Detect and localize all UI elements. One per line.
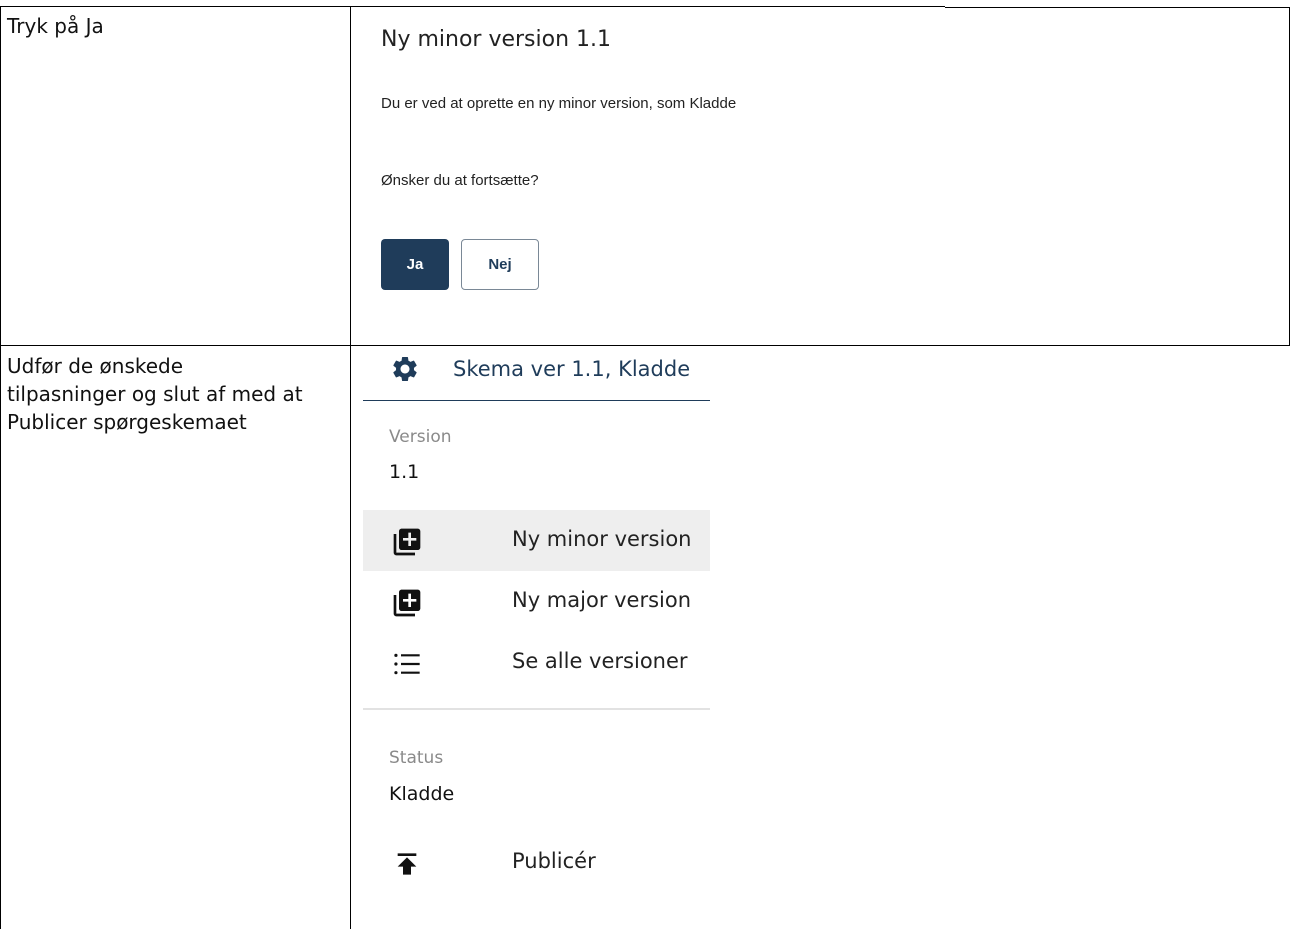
panel-divider xyxy=(363,708,710,710)
dialog-message: Du er ved at oprette en ny minor version… xyxy=(381,95,737,112)
publish-label: Publicér xyxy=(512,849,596,873)
publish-button[interactable]: Publicér xyxy=(363,832,710,893)
yes-button[interactable]: Ja xyxy=(381,239,449,290)
list-icon xyxy=(394,653,420,675)
library-add-icon xyxy=(393,528,421,556)
table-left-border xyxy=(0,6,1,929)
version-label: Version xyxy=(389,427,452,447)
table-top-border-right xyxy=(945,7,1290,8)
dialog-question: Ønsker du at fortsætte? xyxy=(381,172,539,189)
table-column-divider xyxy=(350,6,351,929)
menu-item-label: Ny major version xyxy=(512,588,692,612)
panel-title: Skema ver 1.1, Kladde xyxy=(453,357,691,381)
status-value: Kladde xyxy=(389,783,455,805)
menu-item-new-major-version[interactable]: Ny major version xyxy=(363,571,710,632)
panel-header: Skema ver 1.1, Kladde xyxy=(363,346,710,401)
gear-icon xyxy=(393,356,417,381)
instruction-text: Udfør de ønskede tilpasninger og slut af… xyxy=(7,354,303,434)
menu-item-see-all-versions[interactable]: Se alle versioner xyxy=(363,632,710,693)
status-label: Status xyxy=(389,748,444,768)
menu-item-label: Se alle versioner xyxy=(512,649,688,673)
menu-item-new-minor-version[interactable]: Ny minor version xyxy=(363,510,710,571)
dialog-title: Ny minor version 1.1 xyxy=(381,27,612,52)
library-add-icon xyxy=(393,589,421,617)
publish-icon xyxy=(397,853,417,875)
version-value: 1.1 xyxy=(389,461,420,483)
table-top-border-left xyxy=(0,6,945,7)
instruction-text: Tryk på Ja xyxy=(7,14,104,38)
no-button[interactable]: Nej xyxy=(461,239,539,290)
menu-item-label: Ny minor version xyxy=(512,527,692,551)
